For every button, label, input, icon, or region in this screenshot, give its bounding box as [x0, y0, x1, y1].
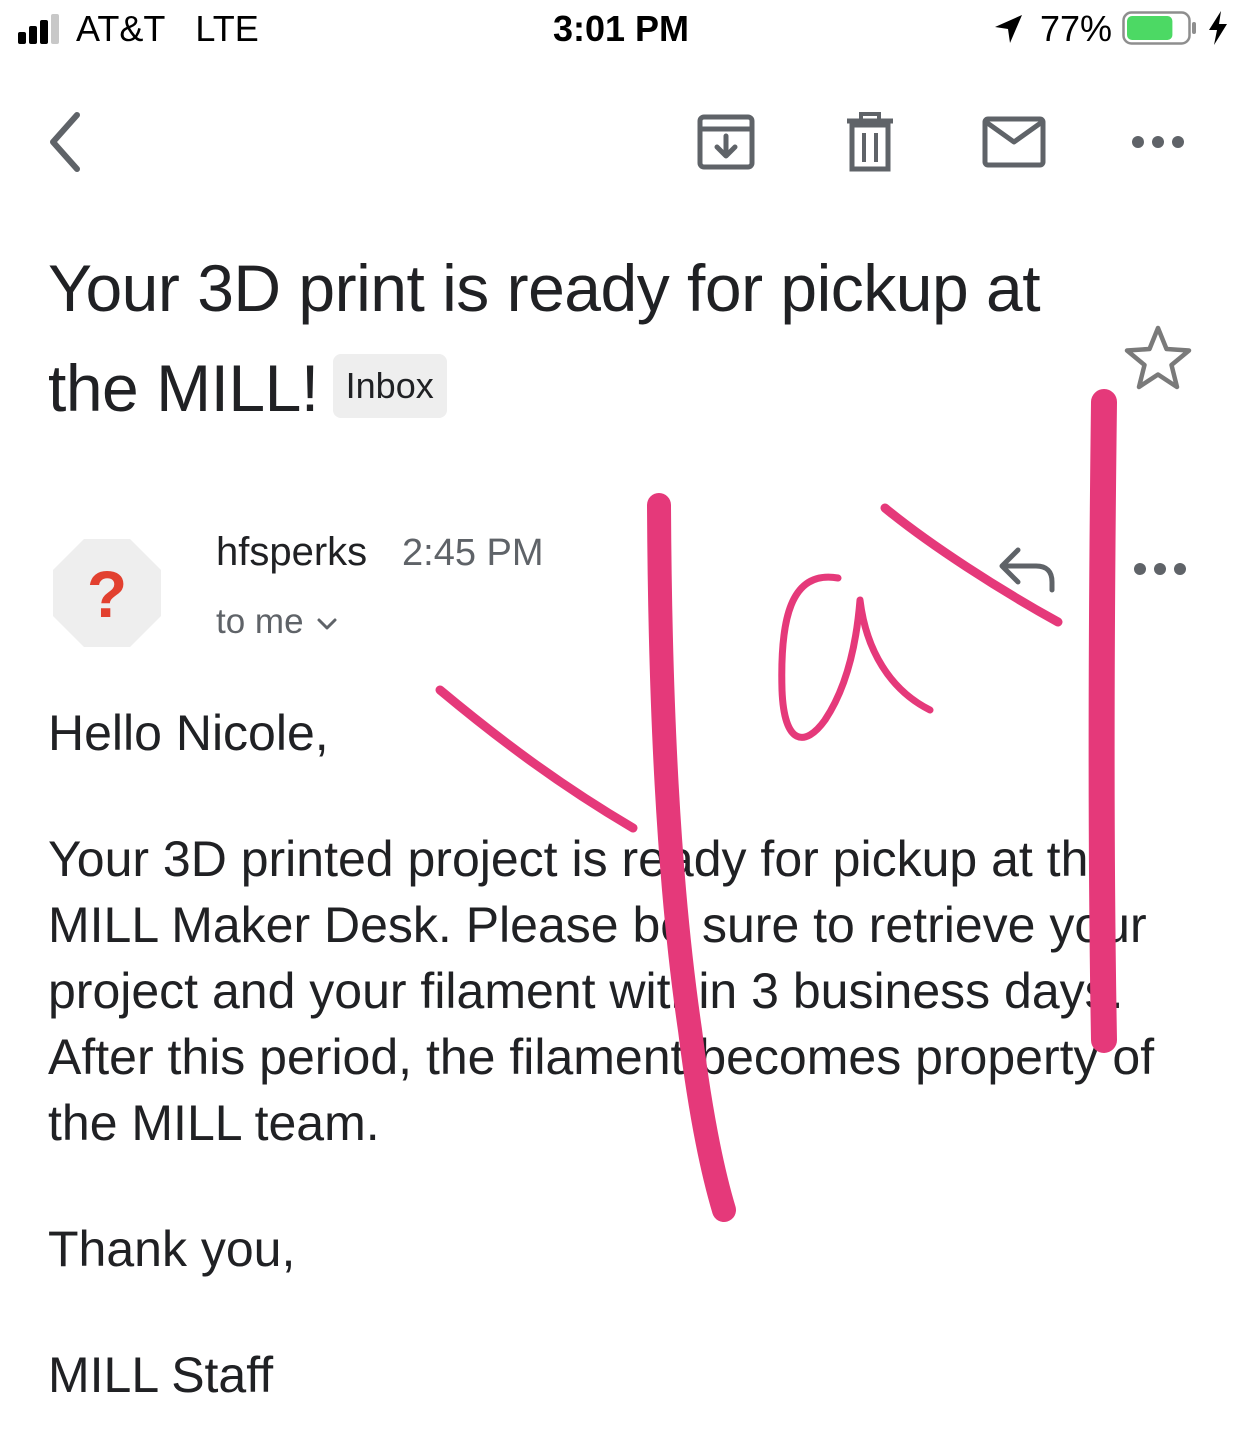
recipient-text: to me: [216, 602, 304, 641]
sender-avatar[interactable]: ?: [52, 538, 162, 648]
archive-icon: [697, 114, 755, 170]
back-button[interactable]: [26, 102, 106, 182]
body-paragraph: Your 3D printed project is ready for pic…: [48, 831, 1169, 1151]
body-signature: MILL Staff: [48, 1347, 274, 1403]
more-horiz-icon: [1132, 136, 1184, 148]
battery-percent: 77%: [1040, 8, 1113, 49]
charging-bolt-icon: [1209, 11, 1227, 45]
mark-unread-icon: [982, 116, 1046, 168]
delete-button[interactable]: [830, 102, 910, 182]
email-toolbar: [0, 90, 1242, 200]
more-options-button[interactable]: [1118, 102, 1198, 182]
recipient-details-toggle[interactable]: to me: [216, 602, 338, 642]
inbox-label-chip[interactable]: Inbox: [332, 353, 447, 418]
body-closing: Thank you,: [48, 1221, 296, 1277]
back-chevron-icon: [50, 112, 80, 172]
sent-time: 2:45 PM: [402, 532, 544, 574]
body-greeting: Hello Nicole,: [48, 705, 329, 761]
sender-name[interactable]: hfsperks: [216, 530, 367, 575]
trash-icon: [847, 112, 893, 172]
star-icon[interactable]: [1122, 322, 1194, 394]
battery-icon: [1122, 11, 1196, 45]
email-subject: Your 3D print is ready for pickup at the…: [48, 238, 1068, 438]
subject-text: Your 3D print is ready for pickup at the…: [48, 251, 1041, 425]
message-more-icon[interactable]: [1128, 546, 1192, 592]
chevron-down-icon: [317, 618, 337, 630]
location-arrow-icon: [995, 15, 1022, 43]
mark-unread-button[interactable]: [974, 102, 1054, 182]
status-bar: AT&T LTE 3:01 PM 77%: [0, 0, 1242, 60]
question-mark-icon: ?: [87, 557, 127, 631]
reply-icon[interactable]: [996, 544, 1060, 596]
archive-button[interactable]: [686, 102, 766, 182]
